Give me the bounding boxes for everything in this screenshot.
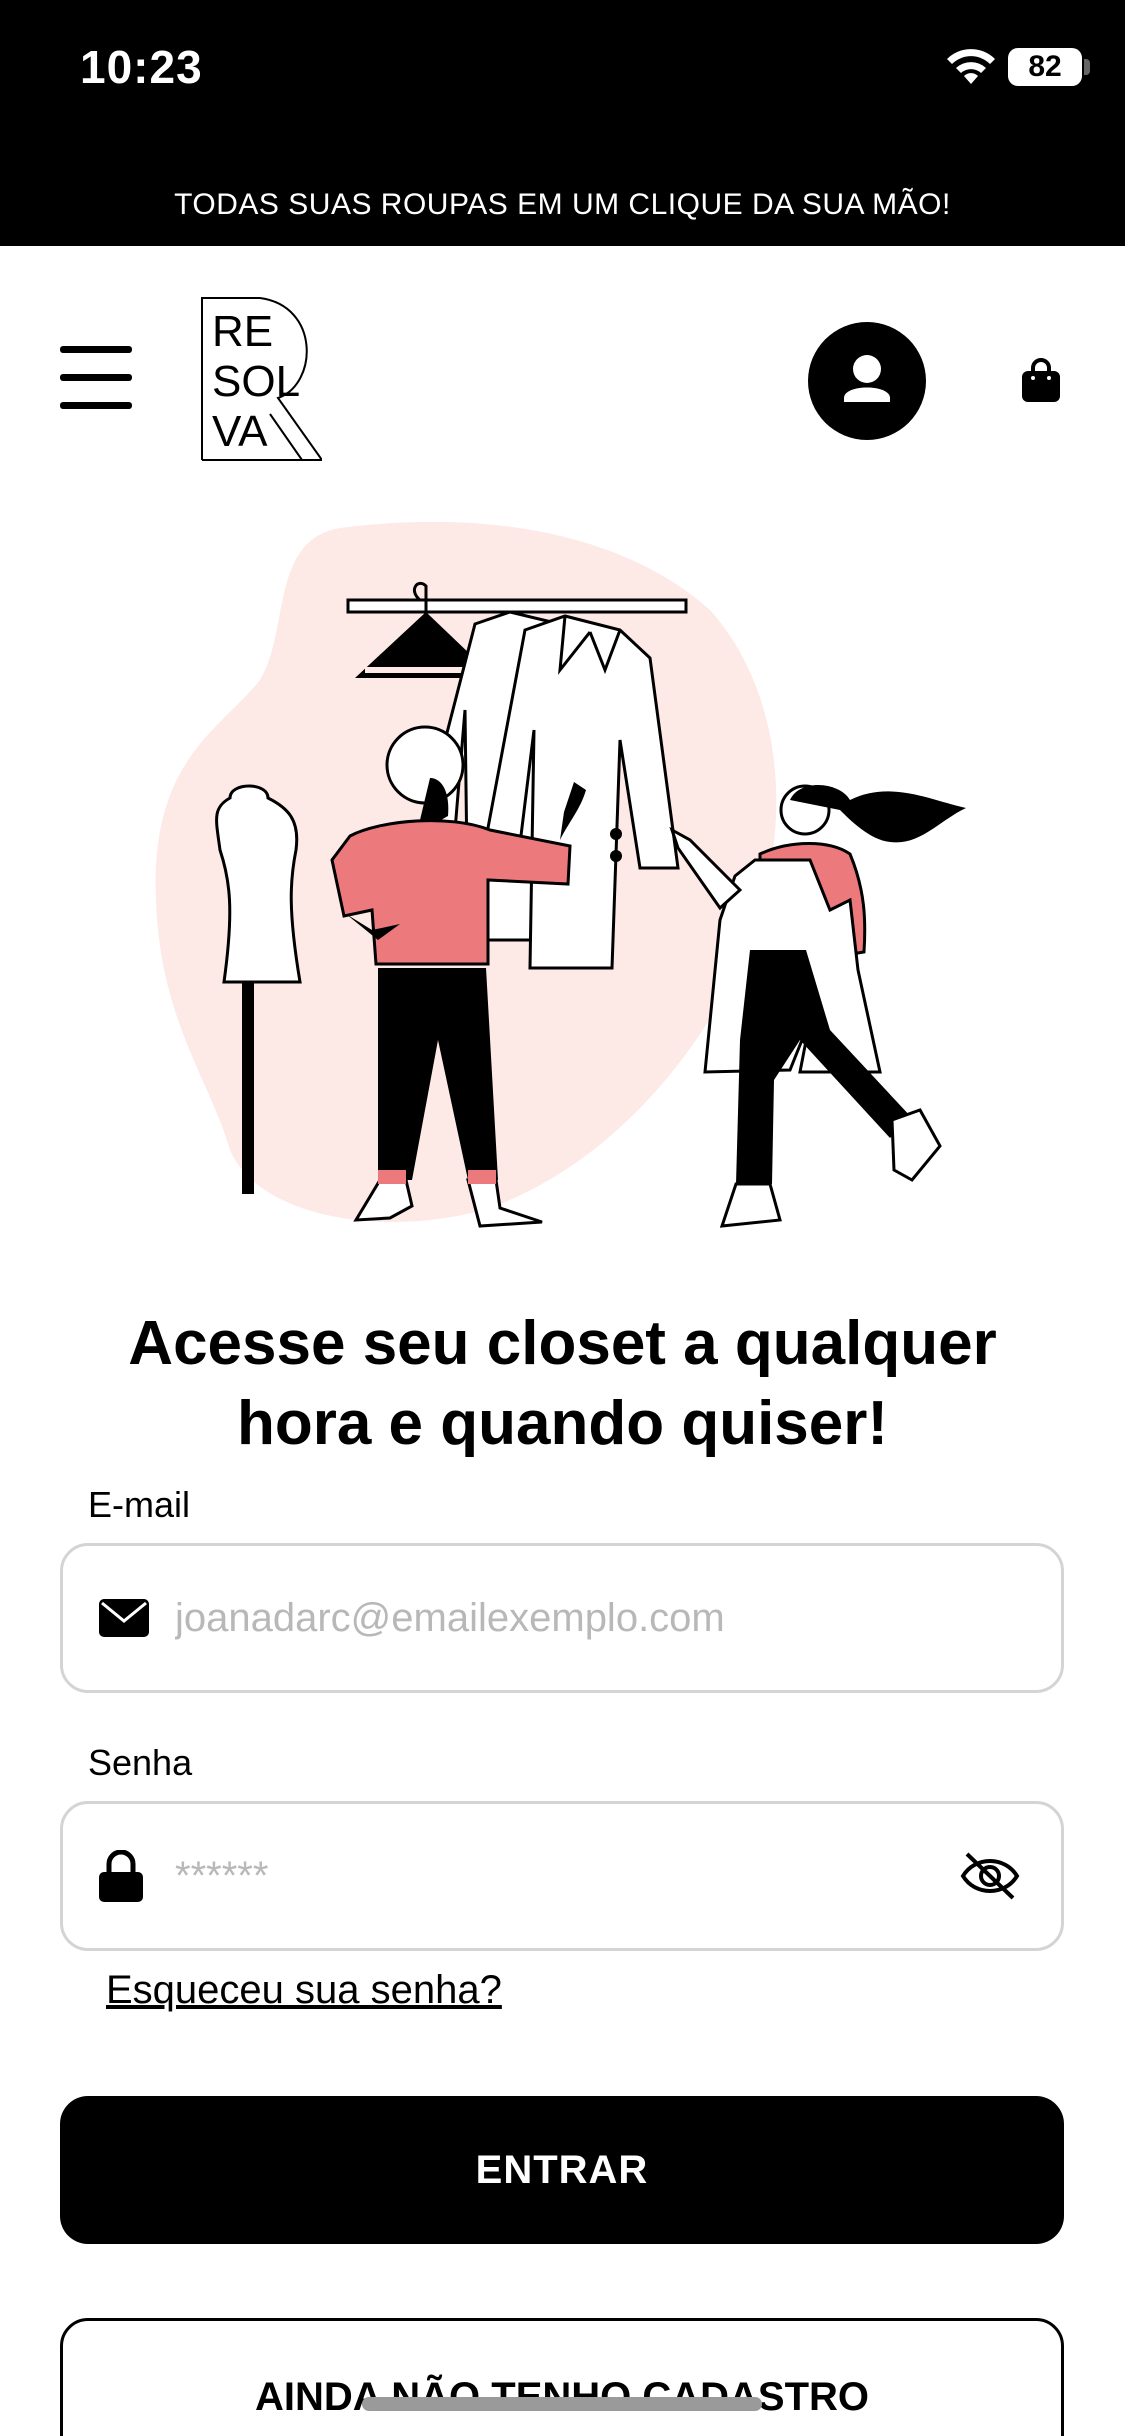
logo-text-3: VA: [212, 407, 268, 456]
login-button[interactable]: ENTRAR: [60, 2096, 1064, 2244]
profile-button[interactable]: [808, 322, 926, 440]
password-field-container[interactable]: [60, 1801, 1064, 1951]
forgot-password-link[interactable]: Esqueceu sua senha?: [106, 1968, 502, 2013]
password-label: Senha: [88, 1742, 193, 1783]
home-indicator[interactable]: [362, 2397, 762, 2411]
hamburger-menu-icon[interactable]: [60, 346, 136, 410]
envelope-icon: [99, 1599, 149, 1637]
shopping-bag-icon[interactable]: [1018, 358, 1064, 404]
promo-banner: TODAS SUAS ROUPAS EM UM CLIQUE DA SUA MÃ…: [174, 188, 951, 221]
heading-line-2: hora e quando quiser!: [236, 1389, 889, 1458]
wifi-icon: [947, 49, 995, 84]
logo-text-2: SOL: [212, 357, 300, 406]
logo-text-1: RE: [212, 307, 273, 356]
email-label: E-mail: [88, 1484, 191, 1525]
resolva-logo[interactable]: RE SOL VA: [200, 296, 322, 462]
email-input[interactable]: [175, 1546, 975, 1690]
heading-line-1: Acesse seu closet a qualquer: [128, 1309, 997, 1378]
login-heading: Acesse seu closet a qualquer hora e quan…: [60, 1304, 1065, 1464]
register-button[interactable]: AINDA NÃO TENHO CADASTRO: [60, 2318, 1064, 2436]
user-icon: [844, 355, 890, 402]
status-time: 10:23: [80, 41, 203, 93]
battery-tip: [1084, 59, 1090, 75]
battery-icon: 82: [1008, 48, 1082, 86]
lock-icon: [99, 1850, 143, 1902]
password-input[interactable]: [175, 1804, 975, 1948]
closet-illustration: [155, 521, 966, 1228]
email-field-container[interactable]: [60, 1543, 1064, 1693]
eye-off-icon[interactable]: [959, 1850, 1021, 1902]
